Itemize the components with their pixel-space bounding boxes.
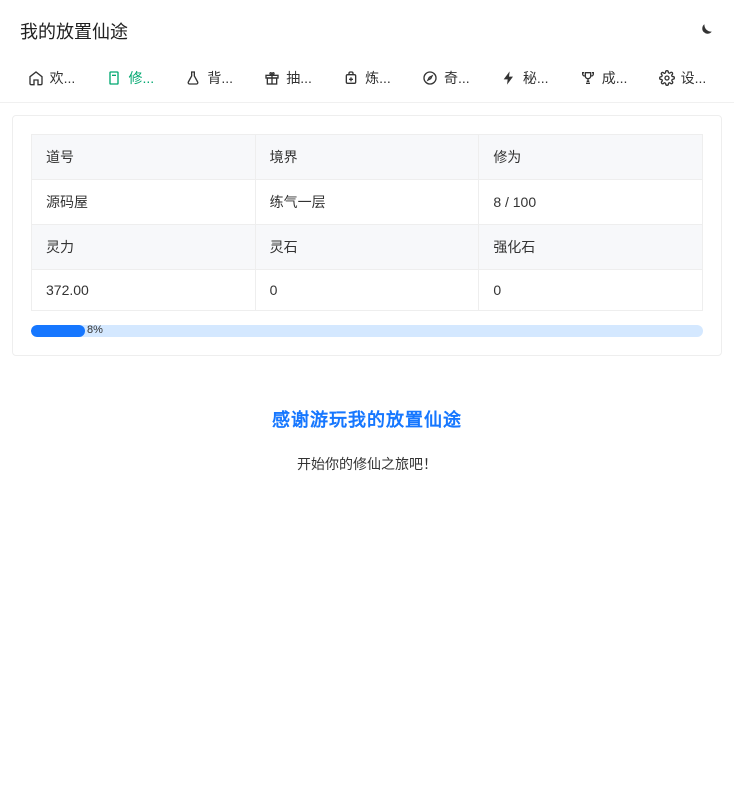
page-title: 我的放置仙途 bbox=[20, 18, 128, 44]
gear-icon bbox=[659, 70, 675, 86]
progress-track bbox=[31, 325, 703, 337]
tab-adventure[interactable]: 奇... bbox=[418, 62, 474, 94]
progress-bar: 8% bbox=[31, 325, 703, 337]
tab-label: 背... bbox=[207, 68, 233, 88]
tab-label: 成... bbox=[602, 68, 628, 88]
stats-table: 道号 境界 修为 源码屋 练气一层 8 / 100 灵力 灵石 强化石 372.… bbox=[31, 134, 703, 311]
gift-icon bbox=[264, 70, 280, 86]
tab-settings[interactable]: 设... bbox=[655, 62, 711, 94]
table-row: 灵力 灵石 强化石 bbox=[32, 225, 703, 270]
progress-label: 8% bbox=[87, 324, 103, 336]
table-row: 372.00 0 0 bbox=[32, 270, 703, 311]
value-name: 源码屋 bbox=[32, 180, 256, 225]
log-icon bbox=[106, 70, 122, 86]
tab-label: 设... bbox=[681, 68, 707, 88]
tab-label: 修... bbox=[128, 68, 154, 88]
header: 我的放置仙途 bbox=[0, 0, 734, 54]
table-row: 道号 境界 修为 bbox=[32, 135, 703, 180]
value-cultivation: 8 / 100 bbox=[479, 180, 703, 225]
label-spirit: 灵力 bbox=[32, 225, 256, 270]
tab-label: 秘... bbox=[523, 68, 549, 88]
label-realm: 境界 bbox=[255, 135, 479, 180]
tab-refine[interactable]: 炼... bbox=[339, 62, 395, 94]
compass-icon bbox=[422, 70, 438, 86]
table-row: 源码屋 练气一层 8 / 100 bbox=[32, 180, 703, 225]
med-icon bbox=[343, 70, 359, 86]
stats-card: 道号 境界 修为 源码屋 练气一层 8 / 100 灵力 灵石 强化石 372.… bbox=[12, 115, 722, 356]
tab-bag[interactable]: 背... bbox=[181, 62, 237, 94]
value-stone: 0 bbox=[255, 270, 479, 311]
bolt-icon bbox=[501, 70, 517, 86]
welcome-subtext: 开始你的修仙之旅吧！ bbox=[12, 454, 722, 474]
tab-bar: 欢... 修... 背... 抽... 炼... 奇... 秘... bbox=[0, 54, 734, 103]
flask-icon bbox=[185, 70, 201, 86]
tab-welcome[interactable]: 欢... bbox=[24, 62, 80, 94]
progress-fill bbox=[31, 325, 85, 337]
label-cultivation: 修为 bbox=[479, 135, 703, 180]
tab-label: 抽... bbox=[286, 68, 312, 88]
home-icon bbox=[28, 70, 44, 86]
value-realm: 练气一层 bbox=[255, 180, 479, 225]
value-enhance: 0 bbox=[479, 270, 703, 311]
tab-secret[interactable]: 秘... bbox=[497, 62, 553, 94]
content-area: 道号 境界 修为 源码屋 练气一层 8 / 100 灵力 灵石 强化石 372.… bbox=[0, 103, 734, 486]
tab-label: 奇... bbox=[444, 68, 470, 88]
label-stone: 灵石 bbox=[255, 225, 479, 270]
tab-cultivate[interactable]: 修... bbox=[102, 62, 158, 94]
welcome-section: 感谢游玩我的放置仙途 开始你的修仙之旅吧！ bbox=[12, 406, 722, 474]
tab-achieve[interactable]: 成... bbox=[576, 62, 632, 94]
label-name: 道号 bbox=[32, 135, 256, 180]
welcome-heading: 感谢游玩我的放置仙途 bbox=[12, 406, 722, 432]
tab-draw[interactable]: 抽... bbox=[260, 62, 316, 94]
dark-mode-toggle[interactable] bbox=[696, 22, 714, 40]
tab-label: 欢... bbox=[50, 68, 76, 88]
tab-label: 炼... bbox=[365, 68, 391, 88]
value-spirit: 372.00 bbox=[32, 270, 256, 311]
trophy-icon bbox=[580, 70, 596, 86]
label-enhance: 强化石 bbox=[479, 225, 703, 270]
